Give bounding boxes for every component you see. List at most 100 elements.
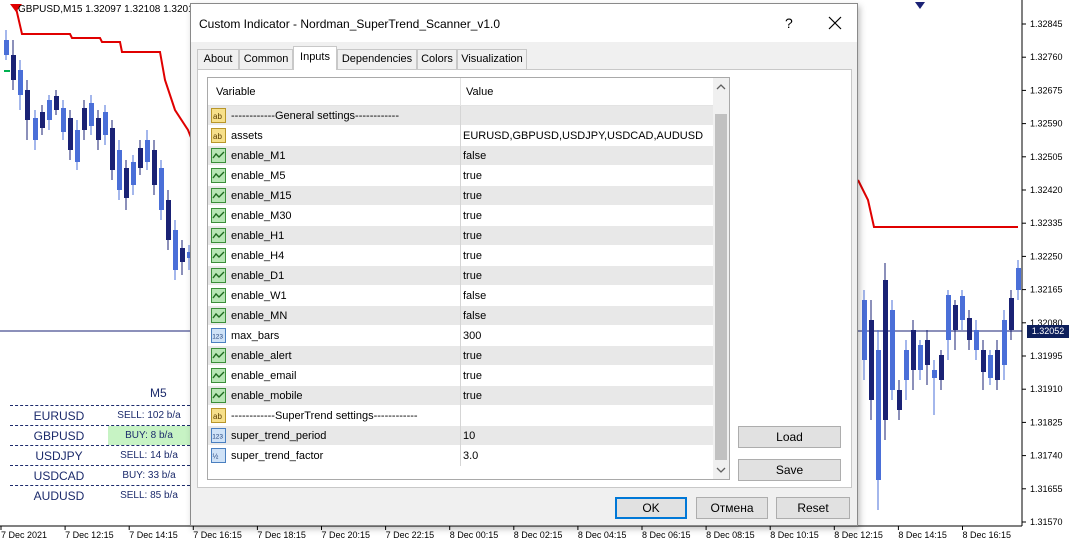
input-row[interactable]: ab ------------General settings----------… (208, 106, 713, 126)
input-value[interactable]: true (463, 366, 482, 386)
bool-type-icon (211, 188, 226, 203)
scanner-signal: BUY: 33 b/a (122, 470, 176, 481)
input-row[interactable]: enable_email true (208, 366, 713, 386)
time-tick-label: 8 Dec 08:15 (706, 530, 755, 540)
input-value[interactable]: false (463, 306, 486, 326)
price-tick-label: 1.32845 (1030, 19, 1063, 29)
scanner-symbol: AUDUSD (33, 489, 85, 503)
candle-body (138, 148, 143, 168)
column-header-value[interactable]: Value (466, 78, 493, 106)
input-value[interactable]: EURUSD,GBPUSD,USDJPY,USDCAD,AUDUSD (463, 126, 703, 146)
price-tick-label: 1.31995 (1030, 351, 1063, 361)
save-button[interactable]: Save (738, 459, 841, 481)
chart-symbol-title: GBPUSD,M15 1.32097 1.32108 1.32013 (18, 4, 200, 15)
tab-colors[interactable]: Colors (417, 49, 457, 69)
svg-text:123: 123 (212, 334, 223, 341)
tab-inputs[interactable]: Inputs (293, 46, 337, 70)
input-row[interactable]: 123 max_bars 300 (208, 326, 713, 346)
input-row[interactable]: enable_M1 false (208, 146, 713, 166)
bool-type-icon (211, 268, 226, 283)
tab-common[interactable]: Common (239, 49, 293, 69)
tab-visualization[interactable]: Visualization (457, 49, 527, 69)
bool-type-icon (211, 168, 226, 183)
help-button[interactable]: ? (785, 15, 793, 31)
input-row[interactable]: enable_H1 true (208, 226, 713, 246)
price-tick-label: 1.31740 (1030, 451, 1063, 461)
string-type-icon: ab (211, 408, 226, 423)
dialog-titlebar[interactable]: Custom Indicator - Nordman_SuperTrend_Sc… (191, 4, 857, 42)
input-value[interactable]: true (463, 166, 482, 186)
time-tick-label: 7 Dec 20:15 (322, 530, 371, 540)
scanner-row: AUDUSD SELL: 85 b/a (10, 485, 190, 505)
input-value[interactable]: false (463, 146, 486, 166)
scanner-symbol: USDCAD (33, 469, 85, 483)
input-row[interactable]: enable_M30 true (208, 206, 713, 226)
cancel-button[interactable]: Отмена (696, 497, 768, 519)
input-row[interactable]: enable_M5 true (208, 166, 713, 186)
candle-body (981, 350, 986, 372)
current-price-tag: 1.32052 (1027, 325, 1069, 338)
input-row[interactable]: ½ super_trend_factor 3.0 (208, 446, 713, 466)
candle-body (925, 340, 930, 365)
input-row[interactable]: enable_MN false (208, 306, 713, 326)
input-value[interactable]: true (463, 186, 482, 206)
grid-header: Variable Value (208, 78, 713, 106)
input-row[interactable]: enable_M15 true (208, 186, 713, 206)
input-variable-name: enable_M15 (231, 190, 292, 202)
scanner-row: USDCAD BUY: 33 b/a (10, 465, 190, 485)
input-variable-name: super_trend_factor (231, 450, 324, 462)
input-row[interactable]: enable_alert true (208, 346, 713, 366)
input-row[interactable]: ab assets EURUSD,GBPUSD,USDJPY,USDCAD,AUDU… (208, 126, 713, 146)
input-value[interactable]: true (463, 226, 482, 246)
input-value[interactable]: true (463, 346, 482, 366)
tab-dependencies[interactable]: Dependencies (337, 49, 417, 69)
input-value[interactable]: true (463, 266, 482, 286)
down-arrow-icon (915, 2, 925, 9)
scanner-signal: SELL: 102 b/a (117, 410, 181, 421)
candle-body (4, 40, 9, 55)
reset-button[interactable]: Reset (776, 497, 850, 519)
candle-body (54, 96, 59, 110)
input-variable-name: enable_D1 (231, 270, 285, 282)
candle-body (117, 150, 122, 190)
input-row[interactable]: enable_D1 true (208, 266, 713, 286)
input-variable-name: enable_mobile (231, 390, 303, 402)
svg-text:½: ½ (213, 453, 219, 461)
candle-body (932, 370, 937, 378)
grid-scrollbar[interactable] (713, 78, 729, 479)
close-icon[interactable] (825, 13, 845, 33)
candle-body (869, 320, 874, 400)
input-variable-name: enable_M5 (231, 170, 286, 182)
column-header-variable[interactable]: Variable (216, 78, 256, 106)
input-value[interactable]: 10 (463, 426, 475, 446)
input-value[interactable]: 3.0 (463, 446, 478, 466)
scrollbar-thumb[interactable] (715, 114, 727, 460)
candle-body (96, 118, 101, 140)
candle-body (40, 112, 45, 128)
input-value[interactable]: false (463, 286, 486, 306)
string-type-icon: ab (211, 128, 226, 143)
ok-button[interactable]: OK (615, 497, 687, 519)
input-value[interactable]: 300 (463, 326, 481, 346)
price-tick-label: 1.32335 (1030, 218, 1063, 228)
input-row[interactable]: 123 super_trend_period 10 (208, 426, 713, 446)
input-row[interactable]: enable_mobile true (208, 386, 713, 406)
scanner-symbol: GBPUSD (33, 429, 85, 443)
scroll-down-icon[interactable] (716, 465, 726, 475)
candle-body (103, 112, 108, 135)
input-row[interactable]: enable_H4 true (208, 246, 713, 266)
input-value[interactable]: true (463, 386, 482, 406)
candle-body (974, 330, 979, 350)
input-row[interactable]: enable_W1 false (208, 286, 713, 306)
time-tick-label: 7 Dec 2021 (1, 530, 47, 540)
scroll-up-icon[interactable] (716, 82, 726, 92)
scanner-row: USDJPY SELL: 14 b/a (10, 445, 190, 465)
candle-body (89, 103, 94, 126)
input-value[interactable]: true (463, 206, 482, 226)
tab-about[interactable]: About (197, 49, 239, 69)
input-row[interactable]: ab ------------SuperTrend settings-------… (208, 406, 713, 426)
load-button[interactable]: Load (738, 426, 841, 448)
time-tick-label: 7 Dec 18:15 (257, 530, 306, 540)
input-value[interactable]: true (463, 246, 482, 266)
double-type-icon: ½ (211, 448, 226, 463)
